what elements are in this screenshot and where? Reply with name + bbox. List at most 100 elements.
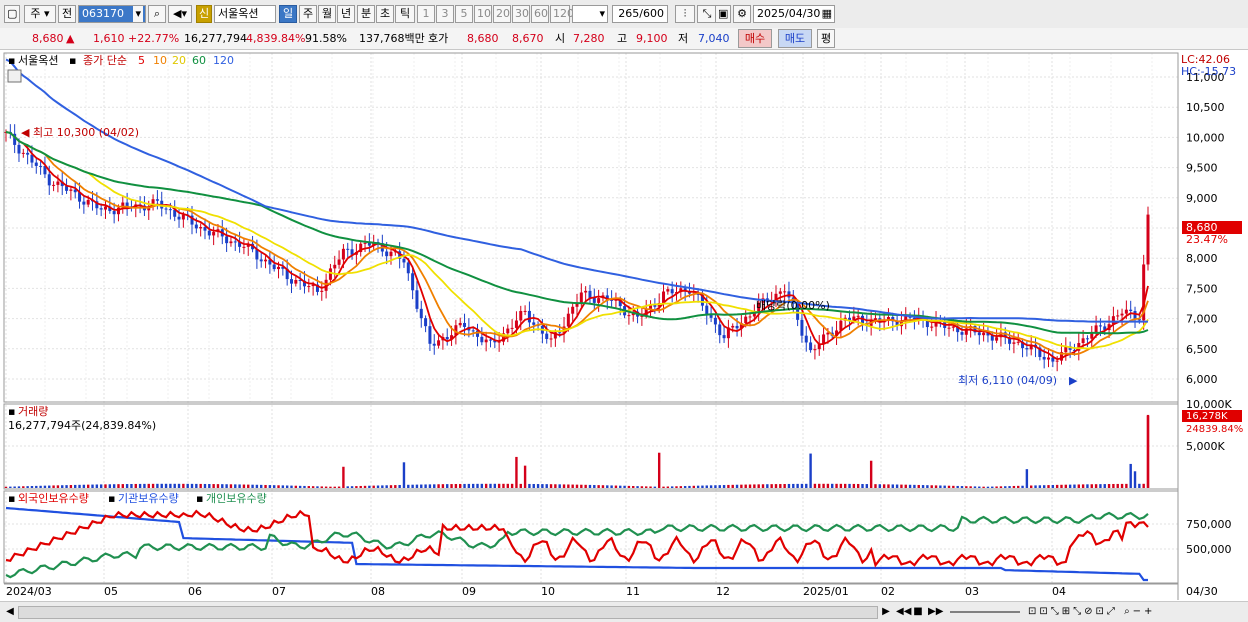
- date-value: 2025/04/30: [757, 7, 821, 20]
- legend-marker: ▪: [69, 54, 76, 67]
- scroll-right-icon[interactable]: ▶: [880, 605, 892, 619]
- volume-bar: [17, 486, 21, 488]
- volume-bar: [1129, 463, 1132, 488]
- volume-bar: [1042, 485, 1046, 488]
- volume-bar: [926, 485, 929, 488]
- date-field[interactable]: 2025/04/30 ▦: [753, 5, 835, 23]
- custom-interval-select[interactable]: ▾: [572, 5, 608, 23]
- volume-bar: [1090, 484, 1093, 488]
- stop-icon[interactable]: ■: [912, 605, 924, 619]
- table-toggle-icon[interactable]: [7, 69, 22, 83]
- interval-10[interactable]: 10: [474, 5, 492, 23]
- volume-bar: [506, 483, 509, 488]
- volume-bar: [632, 486, 635, 488]
- volume-bar: [818, 483, 821, 488]
- candle-body: [800, 319, 804, 336]
- stock-chart[interactable]: 11,00010,50010,0009,5009,0008,5008,0007,…: [0, 50, 1248, 600]
- volume-bar: [978, 486, 981, 488]
- holdings-tick-label: 500,000: [1186, 543, 1232, 556]
- volume-bar: [234, 484, 237, 488]
- volume-bar: [913, 484, 916, 488]
- candle-body: [207, 230, 211, 236]
- volume-bar: [675, 486, 678, 488]
- new-badge[interactable]: 신: [196, 5, 212, 23]
- interval-120[interactable]: 120: [550, 5, 574, 23]
- period-second-tab[interactable]: 초: [376, 5, 394, 23]
- institution-holdings-legend: 기관보유수량: [118, 492, 179, 505]
- volume-bar: [627, 485, 631, 488]
- volume-bar: [467, 483, 471, 488]
- candle-body: [341, 248, 345, 260]
- stock-code-input[interactable]: 063170 ▾: [78, 5, 146, 23]
- price-change-pct: +22.77%: [128, 32, 180, 45]
- period-day-tab[interactable]: 일: [279, 5, 297, 23]
- volume-bar: [199, 483, 202, 488]
- calendar-icon[interactable]: ▦: [822, 6, 832, 22]
- data-count-field[interactable]: 265/600: [612, 5, 668, 23]
- period-tick-tab[interactable]: 틱: [395, 5, 415, 23]
- volume-bar: [645, 486, 648, 488]
- ma-20-legend: 20: [172, 54, 186, 67]
- search-icon[interactable]: ⌕: [148, 5, 166, 23]
- scroll-left-icon[interactable]: ◀: [4, 605, 16, 619]
- volume-bar: [986, 486, 990, 488]
- candle-body: [168, 209, 172, 211]
- interval-60[interactable]: 60: [531, 5, 549, 23]
- interval-5[interactable]: 5: [455, 5, 473, 23]
- gear-icon[interactable]: ⚙: [733, 5, 751, 23]
- period-month-tab[interactable]: 월: [318, 5, 336, 23]
- chevron-down-icon[interactable]: ▾: [133, 6, 143, 22]
- volume-bar: [774, 484, 778, 488]
- interval-1[interactable]: 1: [417, 5, 435, 23]
- candle-body: [1047, 357, 1051, 360]
- draw-tools-icon[interactable]: ⊡⊡⤡⊞⤡⊘⊡⤢ ⌕−+: [1028, 605, 1228, 619]
- sell-button[interactable]: 매도: [778, 29, 812, 48]
- volume-bar: [221, 484, 224, 488]
- scroll-track[interactable]: [18, 606, 878, 619]
- volume-bar: [186, 483, 189, 488]
- volume-bar: [428, 484, 432, 488]
- candle-body: [346, 248, 350, 250]
- market-select[interactable]: 주 ▾: [24, 5, 56, 23]
- volume-bar: [502, 483, 505, 488]
- chart-scroll-bar[interactable]: ◀ ▶ ◀◀ ■ ▶▶ ⊡⊡⤡⊞⤡⊘⊡⤢ ⌕−+: [0, 601, 1248, 622]
- volume-bar: [1051, 484, 1055, 488]
- buy-button[interactable]: 매수: [738, 29, 772, 48]
- save-icon[interactable]: ▣: [715, 5, 731, 23]
- volume-bar: [874, 484, 877, 488]
- zoom-slider[interactable]: [950, 611, 1020, 613]
- volume-bar: [99, 484, 103, 488]
- interval-30[interactable]: 30: [512, 5, 530, 23]
- candle-body: [320, 290, 324, 292]
- period-minute-tab[interactable]: 분: [357, 5, 375, 23]
- volume-bar: [757, 484, 760, 488]
- interval-20[interactable]: 20: [493, 5, 511, 23]
- volume-bar: [843, 483, 847, 488]
- period-week-tab[interactable]: 주: [299, 5, 317, 23]
- interval-3[interactable]: 3: [436, 5, 454, 23]
- candle-body: [627, 315, 631, 317]
- volume-bar: [350, 486, 354, 488]
- stock-name-field[interactable]: 서울옥션: [214, 5, 276, 23]
- scope-select[interactable]: 전: [58, 5, 76, 23]
- volume-bar: [394, 485, 397, 488]
- candle-body: [39, 165, 43, 167]
- x-axis-label: 2024/03: [6, 585, 52, 598]
- avg-button[interactable]: 평: [817, 29, 835, 48]
- speaker-icon[interactable]: ◀▾: [168, 5, 192, 23]
- fast-forward-icon[interactable]: ▶▶: [928, 605, 943, 619]
- candle-body: [1090, 333, 1094, 339]
- volume-bar: [766, 484, 769, 488]
- volume-bar: [917, 484, 920, 488]
- candle-body: [199, 227, 203, 229]
- volume-bar: [95, 484, 99, 488]
- open-label: 시: [555, 32, 566, 45]
- candle-body: [744, 316, 748, 324]
- window-icon[interactable]: ▢: [4, 5, 20, 23]
- rewind-icon[interactable]: ◀◀: [896, 605, 911, 619]
- candle-body: [982, 332, 986, 336]
- chart-draw-icon[interactable]: ⤡: [697, 5, 717, 23]
- period-year-tab[interactable]: 년: [337, 5, 355, 23]
- volume-bar: [653, 486, 657, 488]
- candle-type-icon[interactable]: ⫶: [675, 5, 695, 23]
